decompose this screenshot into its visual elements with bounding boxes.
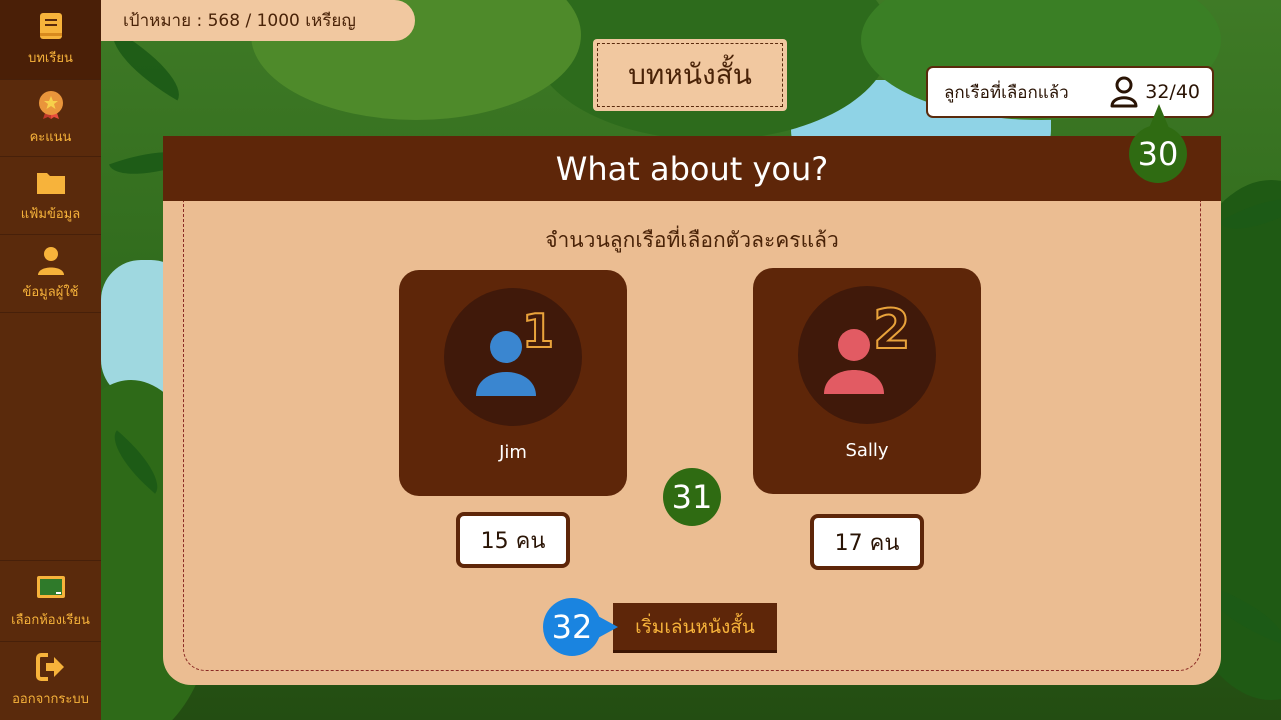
page-title: บทหนังสั้น <box>597 43 783 107</box>
marker-30: 30 <box>1129 125 1187 183</box>
character-name: Sally <box>845 440 889 461</box>
marker-31: 31 <box>663 468 721 526</box>
person-icon <box>824 329 884 394</box>
character-number: 1 <box>521 303 555 359</box>
folder-icon <box>36 173 65 194</box>
chalkboard-icon <box>36 575 65 598</box>
character-number: 2 <box>872 297 912 362</box>
logout-icon <box>35 653 64 681</box>
sidebar-item-label: เลือกห้องเรียน <box>11 612 90 628</box>
marker-32-pointer <box>596 615 618 639</box>
sidebar-item-label: บทเรียน <box>28 51 73 66</box>
sidebar-item-logout[interactable]: ออกจากระบบ <box>0 641 101 720</box>
start-short-film-button[interactable]: เริ่มเล่นหนังสั้น <box>613 603 777 653</box>
character-count-jim: 15 คน <box>456 512 570 568</box>
crew-selected-counter: ลูกเรือที่เลือกแล้ว 32/40 <box>926 66 1214 118</box>
person-outline-icon <box>1110 76 1138 108</box>
sidebar: บทเรียน คะแนน แฟ้มข้อมูล ข้อมูลผู้ใช้ เล… <box>0 0 101 720</box>
counter-label: ลูกเรือที่เลือกแล้ว <box>944 82 1069 103</box>
sidebar-item-files[interactable]: แฟ้มข้อมูล <box>0 157 101 235</box>
sidebar-item-lessons[interactable]: บทเรียน <box>0 0 101 80</box>
sidebar-item-label: แฟ้มข้อมูล <box>20 207 81 222</box>
sidebar-item-profile[interactable]: ข้อมูลผู้ใช้ <box>0 235 101 313</box>
goal-progress: เป้าหมาย : 568 / 1000 เหรียญ <box>101 0 415 41</box>
user-icon <box>37 247 64 275</box>
sidebar-item-label: ข้อมูลผู้ใช้ <box>22 285 79 300</box>
sidebar-item-label: ออกจากระบบ <box>12 692 89 707</box>
sidebar-item-label: คะแนน <box>29 129 72 145</box>
character-card-jim[interactable]: 1 Jim <box>399 270 627 496</box>
character-count-sally: 17 คน <box>810 514 924 570</box>
page-title-tag: บทหนังสั้น <box>593 39 787 111</box>
marker-30-pointer <box>1149 104 1169 128</box>
character-card-sally[interactable]: 2 Sally <box>753 268 981 494</box>
goal-text: เป้าหมาย : 568 / 1000 เหรียญ <box>123 11 356 31</box>
medal-icon <box>38 90 63 119</box>
sidebar-item-choose-class[interactable]: เลือกห้องเรียน <box>0 560 101 642</box>
counter-value: 32/40 <box>1145 81 1200 103</box>
panel-heading: What about you? <box>163 136 1221 201</box>
person-icon <box>476 331 536 396</box>
panel-subtitle: จำนวนลูกเรือที่เลือกตัวละครแล้ว <box>545 228 839 252</box>
character-name: Jim <box>499 442 527 463</box>
book-icon <box>39 13 62 39</box>
sidebar-item-scores[interactable]: คะแนน <box>0 80 101 157</box>
panel-dashed-border <box>183 201 1201 671</box>
marker-32: 32 <box>543 598 601 656</box>
